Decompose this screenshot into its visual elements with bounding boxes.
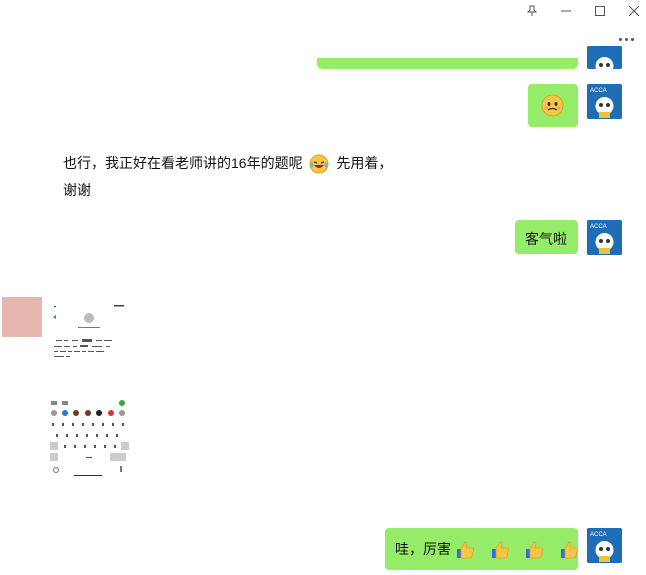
thumbs-up-icon <box>559 540 579 560</box>
message-text-line2: 谢谢 <box>63 182 91 198</box>
thumbs-up-icon <box>524 540 544 560</box>
emoji-message-bubble[interactable] <box>528 84 578 127</box>
sent-text-message[interactable]: 哇，厉害 <box>385 528 578 570</box>
worried-face-icon <box>541 94 564 117</box>
title-bar <box>0 0 646 22</box>
message-text: 也行，我正好在看老师讲的16年的题呢 <box>63 155 303 171</box>
received-text-message[interactable]: 也行，我正好在看老师讲的16年的题呢 先用着， <box>63 153 392 174</box>
more-icon[interactable] <box>619 33 641 45</box>
image-message[interactable] <box>48 300 130 480</box>
close-icon[interactable] <box>623 2 645 20</box>
maximize-icon[interactable] <box>589 2 611 20</box>
pin-icon[interactable] <box>521 2 543 20</box>
avatar-label: ACCA <box>590 224 607 230</box>
message-text: 客气啦 <box>525 231 567 247</box>
message-text-tail: 先用着， <box>336 155 393 171</box>
avatar-label: ACCA <box>590 88 607 94</box>
avatar[interactable]: ACCA <box>587 220 622 255</box>
message-bubble-fragment[interactable] <box>317 58 578 69</box>
minimize-icon[interactable] <box>555 2 577 20</box>
message-text: 哇，厉害 <box>395 541 451 557</box>
avatar-label: ACCA <box>590 532 607 538</box>
sent-text-message[interactable]: 客气啦 <box>515 220 578 254</box>
thumbs-up-icon <box>455 540 475 560</box>
avatar[interactable]: ACCA <box>587 528 622 563</box>
phone-screenshot-image <box>50 305 129 476</box>
sender-avatar[interactable] <box>2 297 42 337</box>
laughing-tears-face-icon <box>309 154 329 174</box>
avatar[interactable] <box>587 46 622 69</box>
thumbs-up-icon <box>490 540 510 560</box>
avatar[interactable]: ACCA <box>587 84 622 119</box>
